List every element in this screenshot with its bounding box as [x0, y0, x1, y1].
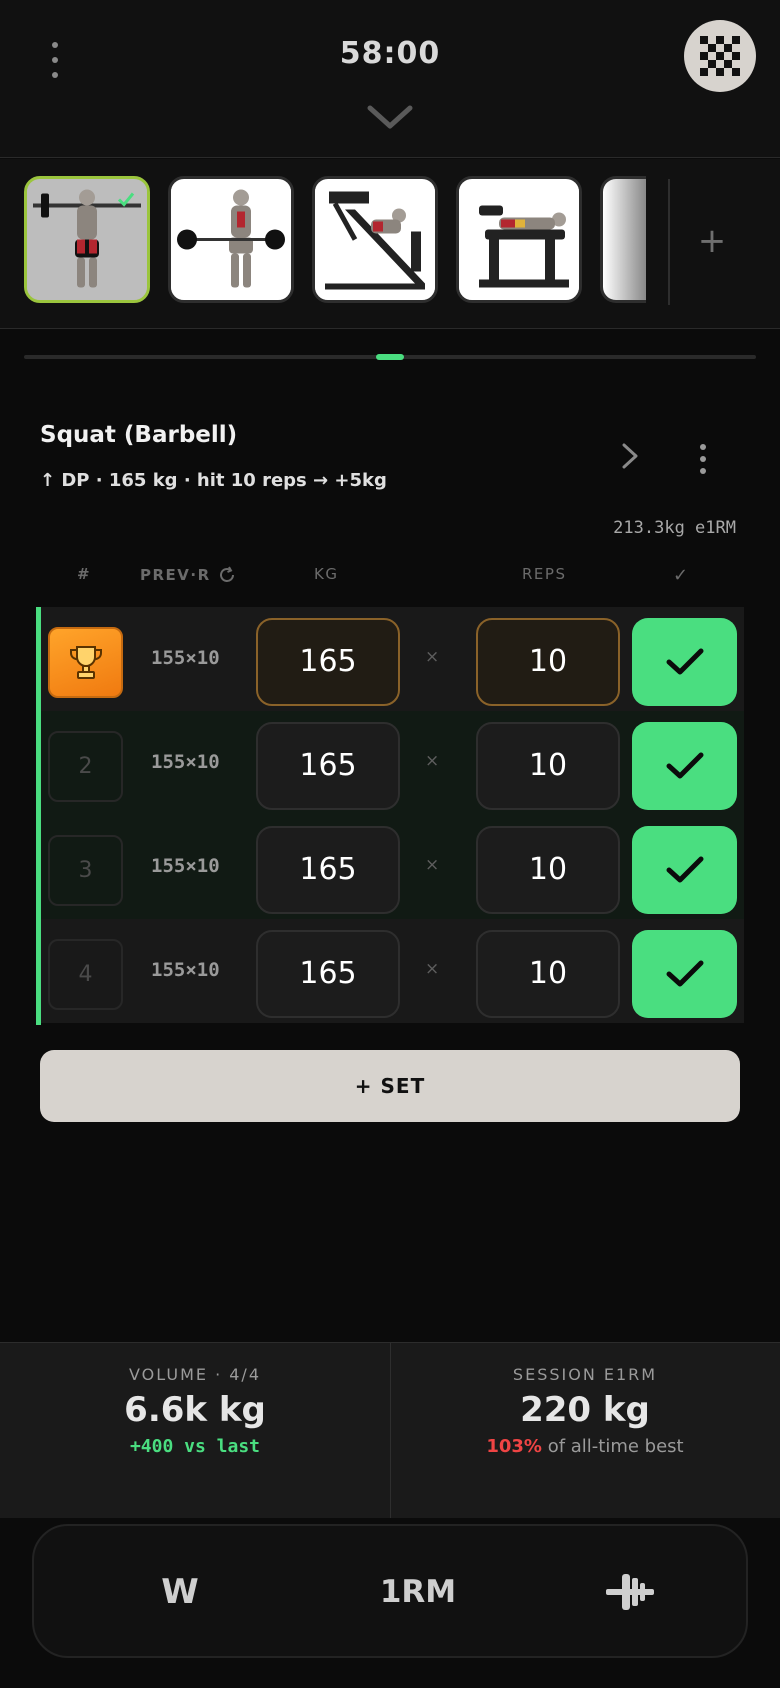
exercise-title[interactable]: Squat (Barbell) — [40, 422, 237, 448]
header-reps: REPS — [522, 565, 567, 583]
header-check: ✓ — [673, 565, 690, 586]
complete-set-button[interactable] — [632, 930, 737, 1018]
complete-set-button[interactable] — [632, 826, 737, 914]
e1rm-percent-suffix: of all-time best — [541, 1436, 684, 1457]
workout-screen: 58:00 + Squat (Barbell) ↑ DP · 165 kg · … — [0, 0, 780, 1688]
previous-value: 155×10 — [151, 959, 220, 981]
kg-input[interactable]: 165 — [256, 722, 400, 810]
bottom-toolbar: W 1RM — [0, 1518, 780, 1688]
reps-input[interactable]: 10 — [476, 618, 620, 706]
set-row: 3 155×10 165 × 10 — [41, 815, 744, 919]
leg-press-image — [315, 179, 435, 300]
times-symbol: × — [425, 751, 440, 771]
top-bar: 58:00 — [0, 0, 780, 158]
exercise-thumb-row[interactable] — [168, 176, 294, 303]
previous-value: 155×10 — [151, 855, 220, 877]
e1rm-value: 220 kg — [520, 1390, 650, 1430]
set-row: 4 155×10 165 × 10 — [41, 919, 744, 1023]
exercise-thumb-next[interactable] — [600, 176, 646, 303]
menu-kebab-icon[interactable] — [44, 42, 66, 78]
exercise-strip: + — [0, 159, 780, 329]
checkmark-icon — [666, 960, 703, 987]
set-row: 155×10 165 × 10 — [41, 607, 744, 711]
kg-input[interactable]: 165 — [256, 618, 400, 706]
kg-input[interactable]: 165 — [256, 826, 400, 914]
volume-label: VOLUME · 4/4 — [128, 1365, 261, 1384]
barbell-plate-icon — [606, 1574, 654, 1610]
strip-divider — [668, 179, 670, 305]
volume-delta: +400 vs last — [129, 1436, 261, 1457]
previous-value: 155×10 — [151, 751, 220, 773]
exercise-progress-indicator — [376, 354, 404, 360]
complete-set-button[interactable] — [632, 722, 737, 810]
plate-calculator-button[interactable] — [590, 1564, 670, 1620]
leg-curl-image — [459, 179, 579, 300]
header-previous[interactable]: PREV·R — [140, 565, 237, 585]
times-symbol: × — [425, 959, 440, 979]
set-number[interactable]: 4 — [48, 939, 123, 1010]
row-figure-image — [171, 179, 291, 300]
add-exercise-button[interactable]: + — [690, 219, 734, 263]
previous-value: 155×10 — [151, 647, 220, 669]
checkmark-icon — [666, 856, 703, 883]
estimated-1rm: 213.3kg e1RM — [613, 518, 736, 538]
reps-input[interactable]: 10 — [476, 722, 620, 810]
trophy-icon-glyph — [69, 646, 102, 679]
header-set-number: # — [77, 565, 92, 583]
times-symbol: × — [425, 855, 440, 875]
e1rm-percent: 103% — [486, 1436, 542, 1457]
checkmark-icon — [666, 648, 703, 675]
reps-input[interactable]: 10 — [476, 826, 620, 914]
header-previous-label: PREV·R — [140, 566, 211, 584]
chevron-down-icon[interactable] — [366, 104, 414, 132]
exercise-menu-kebab-icon[interactable] — [696, 444, 710, 474]
sets-table: 155×10 165 × 10 2 155×10 165 × 10 3 155×… — [36, 607, 744, 1025]
e1rm-summary: SESSION E1RM 220 kg 103% of all-time bes… — [390, 1365, 780, 1457]
exercise-thumb-squat[interactable] — [24, 176, 150, 303]
volume-value: 6.6k kg — [124, 1390, 266, 1430]
checkmark-icon — [666, 752, 703, 779]
warmup-button[interactable]: W — [140, 1564, 220, 1620]
set-number[interactable]: 2 — [48, 731, 123, 802]
finish-workout-button[interactable] — [684, 20, 756, 92]
one-rep-max-button[interactable]: 1RM — [348, 1564, 488, 1620]
toolbar-pill: W 1RM — [32, 1524, 748, 1658]
trophy-icon[interactable] — [48, 627, 123, 698]
session-summary: VOLUME · 4/4 6.6k kg +400 vs last SESSIO… — [0, 1342, 780, 1519]
set-number[interactable]: 3 — [48, 835, 123, 906]
kg-input[interactable]: 165 — [256, 930, 400, 1018]
e1rm-percent-line: 103% of all-time best — [390, 1436, 780, 1457]
e1rm-label: SESSION E1RM — [512, 1365, 658, 1384]
volume-summary: VOLUME · 4/4 6.6k kg +400 vs last — [0, 1365, 390, 1457]
times-symbol: × — [425, 647, 440, 667]
reps-input[interactable]: 10 — [476, 930, 620, 1018]
progression-hint: ↑ DP · 165 kg · hit 10 reps → +5kg — [40, 470, 387, 491]
squat-figure-image — [27, 179, 147, 300]
add-set-button[interactable]: + SET — [40, 1050, 740, 1122]
exercise-thumb-leg-press[interactable] — [312, 176, 438, 303]
chevron-right-icon[interactable] — [616, 440, 644, 472]
refresh-icon[interactable] — [217, 565, 237, 585]
header-kg: KG — [314, 565, 339, 583]
checkered-flag-icon — [700, 36, 740, 76]
set-row: 2 155×10 165 × 10 — [41, 711, 744, 815]
complete-set-button[interactable] — [632, 618, 737, 706]
exercise-thumb-leg-curl[interactable] — [456, 176, 582, 303]
workout-timer[interactable]: 58:00 — [290, 36, 490, 71]
